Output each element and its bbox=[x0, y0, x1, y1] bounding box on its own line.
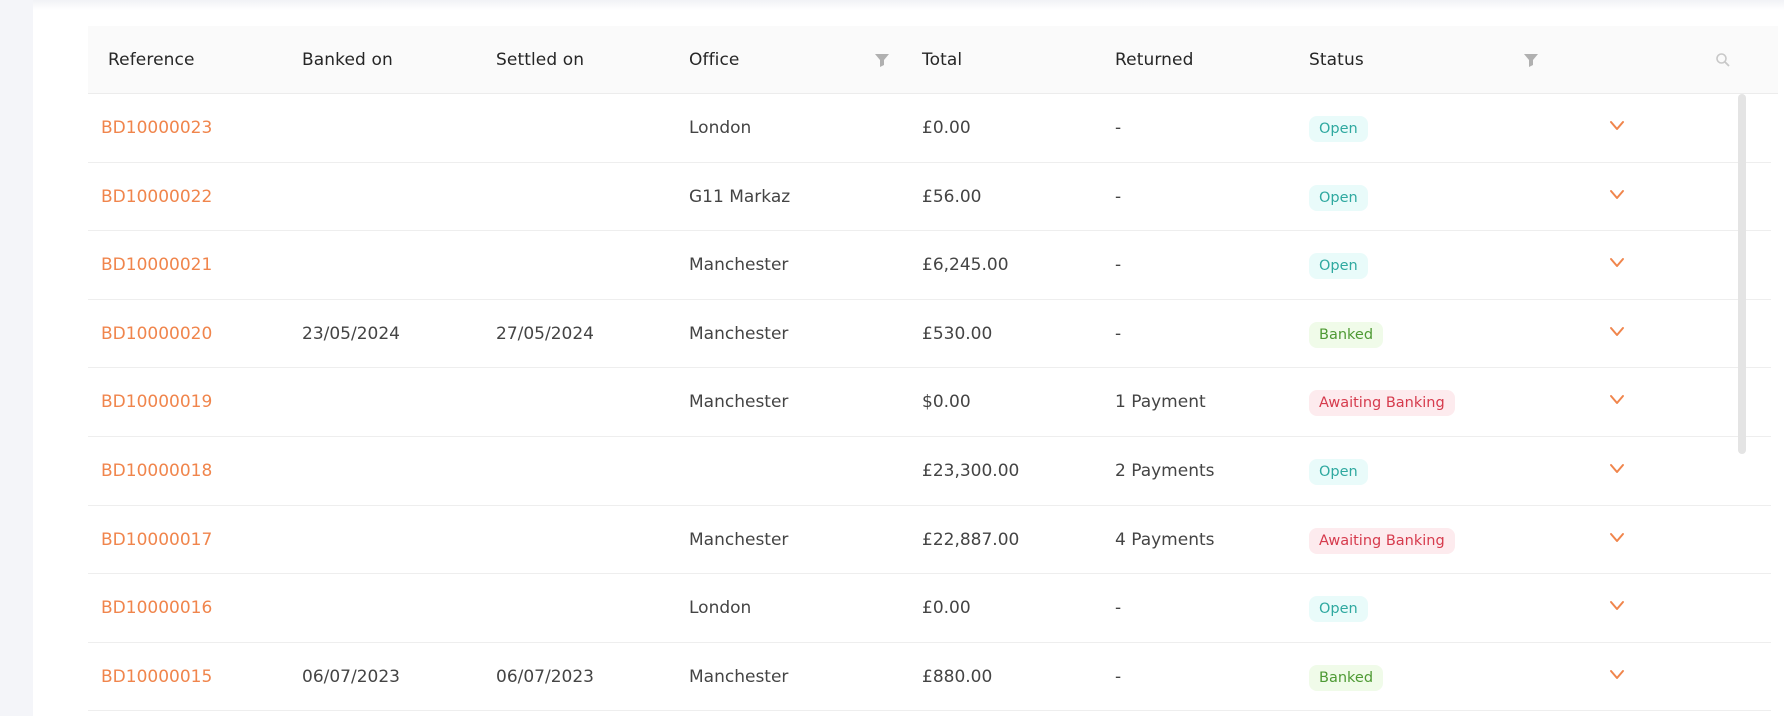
chevron-down-icon[interactable] bbox=[1608, 187, 1626, 201]
office-cell: Manchester bbox=[689, 529, 789, 550]
returned-cell: - bbox=[1115, 323, 1122, 344]
table-row[interactable]: BD10000019 Manchester $0.00 1 Payment Awaiti… bbox=[88, 368, 1771, 437]
reference-link[interactable]: BD10000019 bbox=[101, 368, 212, 436]
total-cell: £0.00 bbox=[922, 598, 971, 619]
total-cell: £22,887.00 bbox=[922, 529, 1020, 550]
chevron-down-icon[interactable] bbox=[1608, 530, 1626, 544]
office-cell: Manchester bbox=[689, 323, 789, 344]
returned-cell: - bbox=[1115, 255, 1122, 276]
column-header-office[interactable]: Office bbox=[689, 26, 739, 94]
chevron-down-icon[interactable] bbox=[1608, 255, 1626, 269]
table-row[interactable]: BD10000018 £23,300.00 2 Payments Open bbox=[88, 437, 1771, 506]
sidebar-strip bbox=[0, 0, 33, 716]
chevron-down-icon[interactable] bbox=[1608, 461, 1626, 475]
chevron-down-icon[interactable] bbox=[1608, 324, 1626, 338]
banked-on-cell: 06/07/2023 bbox=[302, 666, 400, 687]
reference-link[interactable]: BD10000018 bbox=[101, 437, 212, 505]
chevron-down-icon[interactable] bbox=[1608, 118, 1626, 132]
total-cell: £56.00 bbox=[922, 186, 982, 207]
returned-cell: - bbox=[1115, 666, 1122, 687]
table-row[interactable]: BD10000015 06/07/2023 06/07/2023 Manchester… bbox=[88, 643, 1771, 712]
table-row[interactable]: BD10000017 Manchester £22,887.00 4 Payments… bbox=[88, 506, 1771, 575]
header-shadow bbox=[33, 0, 1784, 10]
status-badge: Awaiting Banking bbox=[1309, 390, 1455, 417]
status-badge: Open bbox=[1309, 253, 1368, 280]
status-badge: Open bbox=[1309, 596, 1368, 623]
status-filter-icon[interactable] bbox=[1523, 52, 1539, 68]
table-row[interactable]: BD10000022 G11 Markaz £56.00 - Open bbox=[88, 163, 1771, 232]
reference-link[interactable]: BD10000023 bbox=[101, 94, 212, 162]
reference-link[interactable]: BD10000015 bbox=[101, 643, 212, 711]
total-cell: $0.00 bbox=[922, 392, 971, 413]
column-header-banked-on[interactable]: Banked on bbox=[302, 26, 393, 94]
settled-on-cell: 27/05/2024 bbox=[496, 323, 594, 344]
column-header-total[interactable]: Total bbox=[922, 26, 962, 94]
table-header: Reference Banked on Settled on Office To… bbox=[88, 26, 1778, 94]
banked-on-cell: 23/05/2024 bbox=[302, 323, 400, 344]
scrollbar[interactable] bbox=[1738, 94, 1746, 454]
status-badge: Banked bbox=[1309, 664, 1384, 691]
settled-on-cell: 06/07/2023 bbox=[496, 666, 594, 687]
table-row[interactable]: BD10000021 Manchester £6,245.00 - Open bbox=[88, 231, 1771, 300]
table-row[interactable]: BD10000020 23/05/2024 27/05/2024 Manchester… bbox=[88, 300, 1771, 369]
reference-link[interactable]: BD10000016 bbox=[101, 574, 212, 642]
office-cell: Manchester bbox=[689, 666, 789, 687]
chevron-down-icon[interactable] bbox=[1608, 667, 1626, 681]
total-cell: £0.00 bbox=[922, 118, 971, 138]
chevron-down-icon[interactable] bbox=[1608, 392, 1626, 406]
total-cell: £880.00 bbox=[922, 666, 993, 687]
office-filter-icon[interactable] bbox=[874, 52, 890, 68]
office-cell: G11 Markaz bbox=[689, 186, 791, 207]
returned-cell: 1 Payment bbox=[1115, 392, 1206, 413]
column-header-settled-on[interactable]: Settled on bbox=[496, 26, 584, 94]
column-header-reference[interactable]: Reference bbox=[108, 26, 195, 94]
table-body: BD10000023 London £0.00 - Open BD10000022 G11 … bbox=[88, 94, 1778, 712]
chevron-down-icon[interactable] bbox=[1608, 598, 1626, 612]
main-panel: Reference Banked on Settled on Office To… bbox=[33, 0, 1784, 716]
reference-link[interactable]: BD10000020 bbox=[101, 300, 212, 368]
returned-cell: 2 Payments bbox=[1115, 460, 1215, 481]
office-cell: London bbox=[689, 598, 752, 619]
reference-link[interactable]: BD10000017 bbox=[101, 506, 212, 574]
banking-table: Reference Banked on Settled on Office To… bbox=[88, 26, 1778, 712]
table-row[interactable]: BD10000016 London £0.00 - Open bbox=[88, 574, 1771, 643]
column-header-returned[interactable]: Returned bbox=[1115, 26, 1193, 94]
returned-cell: 4 Payments bbox=[1115, 529, 1215, 550]
reference-link[interactable]: BD10000021 bbox=[101, 231, 212, 299]
status-badge: Banked bbox=[1309, 321, 1384, 348]
table-row[interactable]: BD10000023 London £0.00 - Open bbox=[88, 94, 1771, 163]
search-icon[interactable] bbox=[1715, 52, 1731, 68]
column-header-status[interactable]: Status bbox=[1309, 26, 1364, 94]
status-badge: Open bbox=[1309, 116, 1368, 142]
reference-link[interactable]: BD10000022 bbox=[101, 163, 212, 231]
office-cell: London bbox=[689, 118, 752, 138]
returned-cell: - bbox=[1115, 598, 1122, 619]
total-cell: £6,245.00 bbox=[922, 255, 1009, 276]
status-badge: Open bbox=[1309, 458, 1368, 485]
status-badge: Awaiting Banking bbox=[1309, 527, 1455, 554]
returned-cell: - bbox=[1115, 186, 1122, 207]
total-cell: £23,300.00 bbox=[922, 460, 1020, 481]
office-cell: Manchester bbox=[689, 255, 789, 276]
status-badge: Open bbox=[1309, 184, 1368, 211]
office-cell: Manchester bbox=[689, 392, 789, 413]
total-cell: £530.00 bbox=[922, 323, 993, 344]
returned-cell: - bbox=[1115, 118, 1122, 138]
